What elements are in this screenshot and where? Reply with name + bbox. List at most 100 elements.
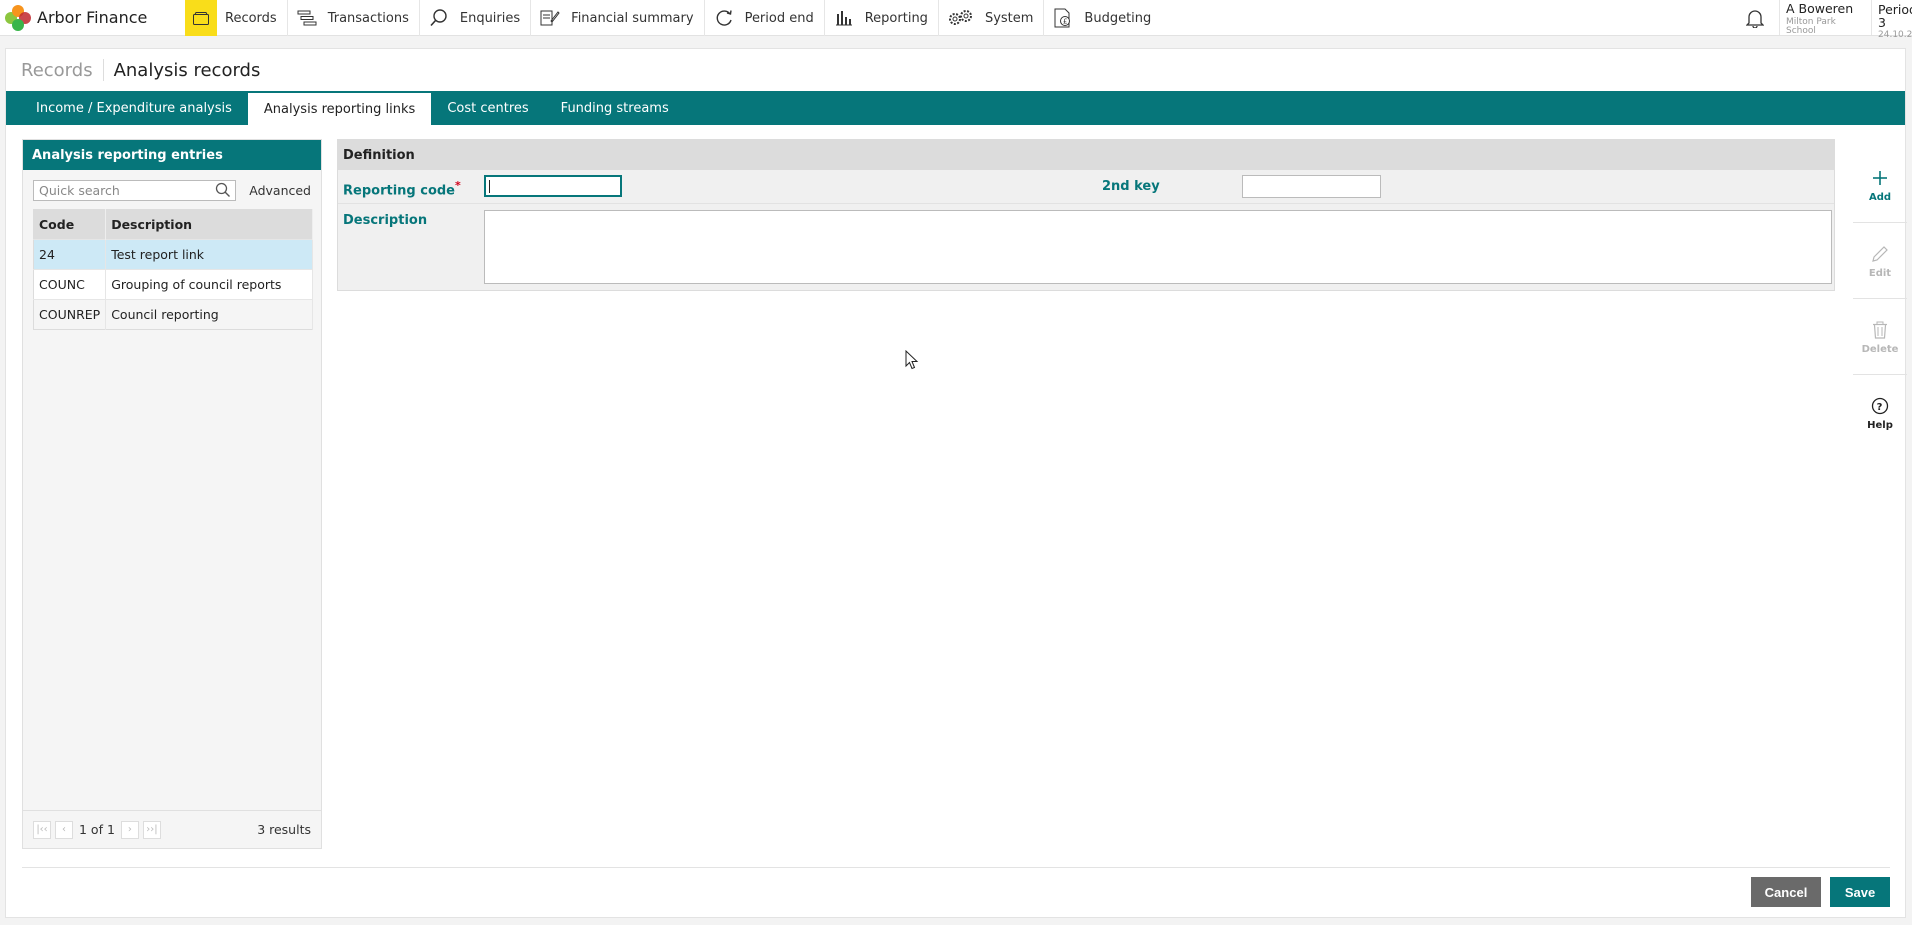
analysis-reporting-entries-panel: Analysis reporting entries Advanced Code… bbox=[22, 139, 322, 849]
period-date: 24.10.2023 bbox=[1878, 30, 1912, 40]
action-rail: Add Edit Delete ? Help bbox=[1853, 147, 1907, 451]
cancel-button[interactable]: Cancel bbox=[1751, 877, 1821, 907]
bar-chart-icon bbox=[833, 8, 855, 28]
nav-records[interactable]: Records bbox=[185, 0, 288, 36]
trash-icon bbox=[1872, 319, 1888, 341]
mouse-cursor-icon bbox=[905, 349, 919, 374]
page-container: Records Analysis records Income / Expend… bbox=[5, 48, 1907, 918]
nav-transactions[interactable]: Transactions bbox=[288, 0, 420, 36]
text-caret bbox=[489, 180, 490, 193]
description-label: Description bbox=[343, 213, 428, 228]
svg-text:?: ? bbox=[1877, 402, 1883, 413]
table-row[interactable]: COUNREP Council reporting bbox=[33, 299, 313, 330]
search-row: Advanced bbox=[23, 170, 321, 209]
search-icon bbox=[428, 8, 450, 28]
next-page-icon[interactable]: › bbox=[120, 820, 139, 839]
table-header-row: Code Description bbox=[33, 209, 313, 240]
pencil-icon bbox=[1871, 243, 1889, 265]
nav-period-end[interactable]: Period end bbox=[705, 0, 825, 36]
brand[interactable]: Arbor Finance bbox=[0, 0, 185, 35]
svg-text:£: £ bbox=[1063, 18, 1067, 26]
breadcrumb-records-link[interactable]: Records bbox=[21, 60, 93, 81]
column-header-code[interactable]: Code bbox=[33, 209, 107, 240]
delete-button[interactable]: Delete bbox=[1853, 299, 1907, 375]
description-textarea[interactable] bbox=[484, 210, 1832, 284]
app-name: Arbor Finance bbox=[37, 8, 148, 27]
previous-page-icon[interactable]: ‹ bbox=[55, 820, 73, 839]
top-right-area: A Boweren Milton Park School Period 3 24… bbox=[1730, 0, 1912, 40]
edit-button[interactable]: Edit bbox=[1853, 223, 1907, 299]
quick-search-box bbox=[33, 180, 237, 202]
add-button[interactable]: Add bbox=[1853, 147, 1907, 223]
first-page-icon[interactable]: |‹‹ bbox=[33, 820, 51, 839]
arbor-logo-icon bbox=[5, 4, 31, 31]
nav-enquiries[interactable]: Enquiries bbox=[420, 0, 532, 36]
page-indicator: 1 of 1 bbox=[79, 822, 115, 837]
nav-reporting[interactable]: Reporting bbox=[825, 0, 939, 36]
nav-enquiries-label: Enquiries bbox=[459, 10, 521, 26]
advanced-search-link[interactable]: Advanced bbox=[249, 183, 311, 198]
pager: |‹‹ ‹ 1 of 1 › ››| 3 results bbox=[23, 810, 321, 848]
panel-title: Analysis reporting entries bbox=[23, 140, 321, 170]
row-description: Council reporting bbox=[105, 299, 313, 330]
help-icon: ? bbox=[1871, 395, 1889, 417]
add-button-label: Add bbox=[1868, 191, 1892, 203]
gears-icon bbox=[947, 8, 975, 28]
main-nav: Records Transactions Enquiries Financial… bbox=[185, 0, 1161, 36]
second-key-label: 2nd key bbox=[1102, 179, 1160, 194]
footer-divider bbox=[22, 867, 1890, 868]
edit-button-label: Edit bbox=[1868, 267, 1892, 279]
results-count: 3 results bbox=[257, 822, 311, 837]
nav-financial-summary-label: Financial summary bbox=[571, 10, 694, 26]
period-indicator[interactable]: Period 3 24.10.2023 bbox=[1872, 0, 1912, 39]
nav-transactions-label: Transactions bbox=[327, 10, 409, 26]
quick-search-input[interactable] bbox=[34, 181, 214, 200]
notifications-bell-icon[interactable] bbox=[1730, 0, 1780, 35]
breadcrumb: Records Analysis records bbox=[21, 59, 260, 81]
reporting-code-label-text: Reporting code bbox=[343, 183, 455, 199]
user-menu[interactable]: A Boweren Milton Park School bbox=[1780, 0, 1872, 35]
column-header-description[interactable]: Description bbox=[105, 209, 313, 240]
reporting-code-row: Reporting code* 2nd key bbox=[338, 170, 1834, 204]
table-row[interactable]: COUNC Grouping of council reports bbox=[33, 269, 313, 300]
row-code: COUNC bbox=[33, 269, 107, 300]
user-school: Milton Park School bbox=[1786, 16, 1836, 36]
tab-cost-centres[interactable]: Cost centres bbox=[431, 91, 544, 125]
breadcrumb-divider bbox=[102, 59, 104, 81]
top-navigation-bar: Arbor Finance Records Transactions Enqui… bbox=[0, 0, 1912, 40]
last-page-icon[interactable]: ››| bbox=[142, 820, 161, 839]
delete-button-label: Delete bbox=[1861, 343, 1899, 355]
tab-income-expenditure-analysis[interactable]: Income / Expenditure analysis bbox=[20, 91, 248, 125]
tab-bar: Income / Expenditure analysis Analysis r… bbox=[6, 91, 1905, 125]
reporting-code-input[interactable] bbox=[484, 175, 622, 197]
second-key-input[interactable] bbox=[1242, 175, 1381, 198]
row-description: Test report link bbox=[105, 239, 313, 270]
folder-icon bbox=[185, 0, 217, 36]
row-code: COUNREP bbox=[33, 299, 107, 330]
description-row: Description bbox=[338, 204, 1834, 290]
table-row[interactable]: 24 Test report link bbox=[33, 239, 313, 270]
help-button[interactable]: ? Help bbox=[1853, 375, 1907, 451]
page-title: Analysis records bbox=[113, 59, 261, 81]
tab-analysis-reporting-links[interactable]: Analysis reporting links bbox=[247, 93, 432, 125]
nav-reporting-label: Reporting bbox=[864, 10, 928, 26]
definition-title: Definition bbox=[338, 140, 1834, 170]
reporting-code-label: Reporting code* bbox=[343, 179, 461, 198]
required-marker: * bbox=[455, 179, 461, 192]
nav-system-label: System bbox=[984, 10, 1034, 26]
nav-system[interactable]: System bbox=[939, 0, 1045, 36]
nav-records-label: Records bbox=[225, 10, 277, 26]
plus-icon bbox=[1872, 167, 1888, 189]
nav-financial-summary[interactable]: Financial summary bbox=[531, 0, 705, 36]
definition-panel: Definition Reporting code* 2nd key Descr… bbox=[337, 139, 1835, 291]
search-icon[interactable] bbox=[215, 182, 231, 202]
row-code: 24 bbox=[33, 239, 107, 270]
tab-funding-streams[interactable]: Funding streams bbox=[545, 91, 685, 125]
user-name: A Boweren bbox=[1786, 1, 1854, 16]
transactions-icon bbox=[296, 8, 318, 28]
nav-budgeting[interactable]: £ Budgeting bbox=[1044, 0, 1161, 36]
budget-document-icon: £ bbox=[1052, 8, 1074, 28]
save-button[interactable]: Save bbox=[1830, 877, 1890, 907]
financial-summary-icon bbox=[539, 8, 561, 28]
nav-period-end-label: Period end bbox=[744, 10, 814, 26]
